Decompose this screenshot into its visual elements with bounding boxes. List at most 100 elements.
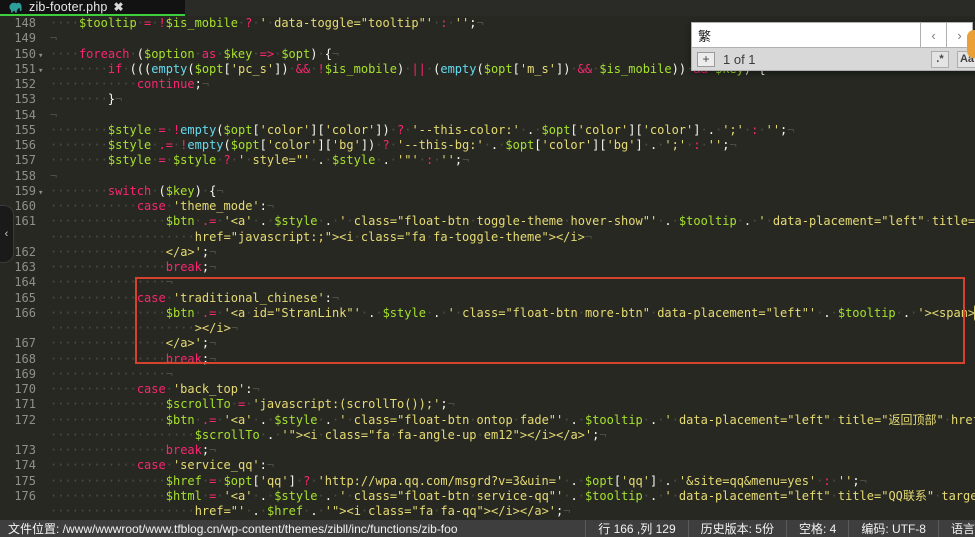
status-history-versions[interactable]: 历史版本: 5份 <box>688 520 786 537</box>
code-line[interactable]: 174············case·'service_qq':¬ <box>0 458 975 473</box>
close-icon[interactable]: ✖ <box>114 1 124 13</box>
code-text: ····················$scrollTo·.·'"><i·cl… <box>46 428 607 443</box>
line-number: 169 <box>0 367 46 382</box>
code-text: ················$scrollTo·=·'javascript:… <box>46 397 455 412</box>
search-panel: ‹ › + 1 of 1 .* Aa <box>691 22 975 71</box>
status-line-col: 行 166 ,列 129 <box>585 520 687 537</box>
code-line[interactable]: 173················break;¬ <box>0 443 975 458</box>
code-text: ················$btn·.=·'<a·id="StranLin… <box>46 306 975 321</box>
code-text: ················$btn·.=·'<a'·.·$style·.·… <box>46 413 975 428</box>
code-line[interactable]: 168················break;¬ <box>0 352 975 367</box>
code-text: ¬ <box>46 108 57 123</box>
code-line[interactable]: 172················$btn·.=·'<a'·.·$style… <box>0 413 975 428</box>
search-input[interactable] <box>691 22 921 48</box>
line-number: 173 <box>0 443 46 458</box>
code-text: ················¬ <box>46 367 173 382</box>
code-editor-window: { "colors": { "background": "#272822", "… <box>0 0 975 537</box>
code-text: ················$html·=·'<a'·.·$style·.·… <box>46 489 975 504</box>
clipped-orange-button[interactable] <box>967 30 975 58</box>
search-row: ‹ › <box>691 22 975 48</box>
code-text: ············case·'theme_mode':¬ <box>46 199 274 214</box>
code-line[interactable]: 171················$scrollTo·=·'javascri… <box>0 397 975 412</box>
sidebar-collapse-handle[interactable]: ‹ <box>0 205 14 263</box>
code-line[interactable]: 161················$btn·.=·'<a'·.·$style… <box>0 214 975 229</box>
code-line[interactable]: 152············continue;¬ <box>0 77 975 92</box>
code-text: ········if·(((empty($opt['pc_s'])·&&·!$i… <box>46 62 773 77</box>
line-number <box>0 428 46 443</box>
code-line[interactable]: 156········$style·.=·!empty($opt['color'… <box>0 138 975 153</box>
tab-zib-footer[interactable]: zib-footer.php ✖ <box>0 0 185 16</box>
code-line[interactable]: 162················</a>';¬ <box>0 245 975 260</box>
line-number: 150▾ <box>0 47 46 62</box>
line-number: 170 <box>0 382 46 397</box>
code-line[interactable]: 175················$href·=·$opt['qq']·?·… <box>0 474 975 489</box>
code-rows: 148····$tooltip·=·!$is_mobile·?·'·data-t… <box>0 16 975 519</box>
line-number: 174 <box>0 458 46 473</box>
regex-toggle-button[interactable]: .* <box>931 51 949 68</box>
code-line[interactable]: 169················¬ <box>0 367 975 382</box>
code-line[interactable]: 153········}¬ <box>0 92 975 107</box>
code-text: ············case·'service_qq':¬ <box>46 458 274 473</box>
line-number: 166 <box>0 306 46 321</box>
code-text: ················break;¬ <box>46 260 216 275</box>
code-text: ····················href="'·.·$href·.·'"… <box>46 504 570 519</box>
code-text: ················break;¬ <box>46 352 216 367</box>
status-bar: 文件位置: /www/wwwroot/www.tfblog.cn/wp-cont… <box>0 520 975 537</box>
status-spaces[interactable]: 空格: 4 <box>786 520 848 537</box>
line-number: 149 <box>0 31 46 46</box>
toggle-replace-button[interactable]: + <box>697 52 715 67</box>
code-text: ········$style·=·$style·?·'·style="'·.·$… <box>46 153 469 168</box>
code-text: ¬ <box>46 169 57 184</box>
find-previous-button[interactable]: ‹ <box>921 22 947 48</box>
line-number: 171 <box>0 397 46 412</box>
line-number: 164 <box>0 275 46 290</box>
line-number: 155 <box>0 123 46 138</box>
tab-bar: zib-footer.php ✖ <box>0 0 975 16</box>
line-number: 148 <box>0 16 46 31</box>
line-number: 159▾ <box>0 184 46 199</box>
code-line[interactable]: 165············case·'traditional_chinese… <box>0 291 975 306</box>
code-line[interactable]: 159▾········switch·($key)·{¬ <box>0 184 975 199</box>
code-line[interactable]: 167················</a>';¬ <box>0 336 975 351</box>
code-line[interactable]: 163················break;¬ <box>0 260 975 275</box>
search-options-row: + 1 of 1 .* Aa <box>691 48 975 71</box>
code-line[interactable]: 170············case·'back_top':¬ <box>0 382 975 397</box>
code-line[interactable]: ····················href="'·.·$href·.·'"… <box>0 504 975 519</box>
code-line[interactable]: 155········$style·=·!empty($opt['color']… <box>0 123 975 138</box>
code-text: ················break;¬ <box>46 443 216 458</box>
code-line[interactable]: 160············case·'theme_mode':¬ <box>0 199 975 214</box>
code-line[interactable]: 157········$style·=·$style·?·'·style="'·… <box>0 153 975 168</box>
line-number <box>0 321 46 336</box>
status-encoding[interactable]: 编码: UTF-8 <box>848 520 938 537</box>
code-line[interactable]: 176················$html·=·'<a'·.·$style… <box>0 489 975 504</box>
code-text: ····················href="javascript:;">… <box>46 230 592 245</box>
code-text: ················$href·=·$opt['qq']·?·'ht… <box>46 474 867 489</box>
code-line[interactable]: ····················$scrollTo·.·'"><i·cl… <box>0 428 975 443</box>
code-line[interactable]: ····················></i>¬ <box>0 321 975 336</box>
code-text: ················¬ <box>46 275 173 290</box>
code-text: ¬ <box>46 31 57 46</box>
php-file-icon <box>8 1 23 13</box>
status-language[interactable]: 语言 <box>938 520 975 537</box>
code-editor[interactable]: 148····$tooltip·=·!$is_mobile·?·'·data-t… <box>0 16 975 537</box>
code-text: ········$style·=·!empty($opt['color']['c… <box>46 123 795 138</box>
code-text: ············continue;¬ <box>46 77 209 92</box>
line-number: 158 <box>0 169 46 184</box>
code-line[interactable]: ····················href="javascript:;">… <box>0 230 975 245</box>
line-number: 152 <box>0 77 46 92</box>
match-counter: 1 of 1 <box>723 52 923 67</box>
code-text: ········switch·($key)·{¬ <box>46 184 224 199</box>
line-number <box>0 504 46 519</box>
code-text: ················</a>';¬ <box>46 245 216 260</box>
code-line[interactable]: 166················$btn·.=·'<a·id="Stran… <box>0 306 975 321</box>
code-text: ····$tooltip·=·!$is_mobile·?·'·data-togg… <box>46 16 484 31</box>
line-number: 157 <box>0 153 46 168</box>
line-number: 151▾ <box>0 62 46 77</box>
code-line[interactable]: 154¬ <box>0 108 975 123</box>
code-line[interactable]: 164················¬ <box>0 275 975 290</box>
code-line[interactable]: 158¬ <box>0 169 975 184</box>
line-number: 175 <box>0 474 46 489</box>
code-text: ············case·'traditional_chinese':¬ <box>46 291 339 306</box>
code-text: ····foreach·($option·as·$key·=>·$opt)·{¬ <box>46 47 339 62</box>
code-text: ············case·'back_top':¬ <box>46 382 260 397</box>
